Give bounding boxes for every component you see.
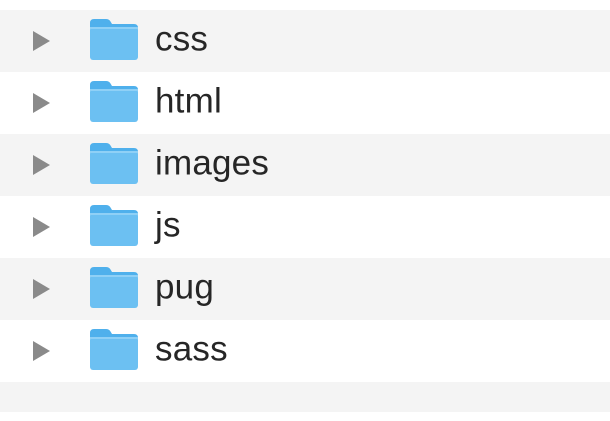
folder-name: js (155, 205, 181, 245)
folder-row-html[interactable]: html (0, 72, 610, 134)
folder-icon (90, 329, 138, 370)
folder-icon (90, 267, 138, 308)
list-top-spacer (0, 0, 610, 10)
folder-icon (90, 143, 138, 184)
disclosure-triangle-icon[interactable] (33, 279, 50, 299)
folder-name: css (155, 19, 209, 59)
folder-row-css[interactable]: css (0, 10, 610, 72)
folder-name: pug (155, 267, 214, 307)
folder-icon (90, 19, 138, 60)
folder-row-js[interactable]: js (0, 196, 610, 258)
folder-name: sass (155, 329, 228, 369)
empty-row (0, 382, 610, 412)
disclosure-triangle-icon[interactable] (33, 217, 50, 237)
disclosure-triangle-icon[interactable] (33, 31, 50, 51)
disclosure-triangle-icon[interactable] (33, 155, 50, 175)
folder-list: css html images js pug sass (0, 0, 610, 421)
folder-row-pug[interactable]: pug (0, 258, 610, 320)
folder-name: images (155, 143, 270, 183)
folder-name: html (155, 81, 222, 121)
folder-row-sass[interactable]: sass (0, 320, 610, 382)
folder-icon (90, 205, 138, 246)
disclosure-triangle-icon[interactable] (33, 93, 50, 113)
disclosure-triangle-icon[interactable] (33, 341, 50, 361)
folder-icon (90, 81, 138, 122)
folder-row-images[interactable]: images (0, 134, 610, 196)
